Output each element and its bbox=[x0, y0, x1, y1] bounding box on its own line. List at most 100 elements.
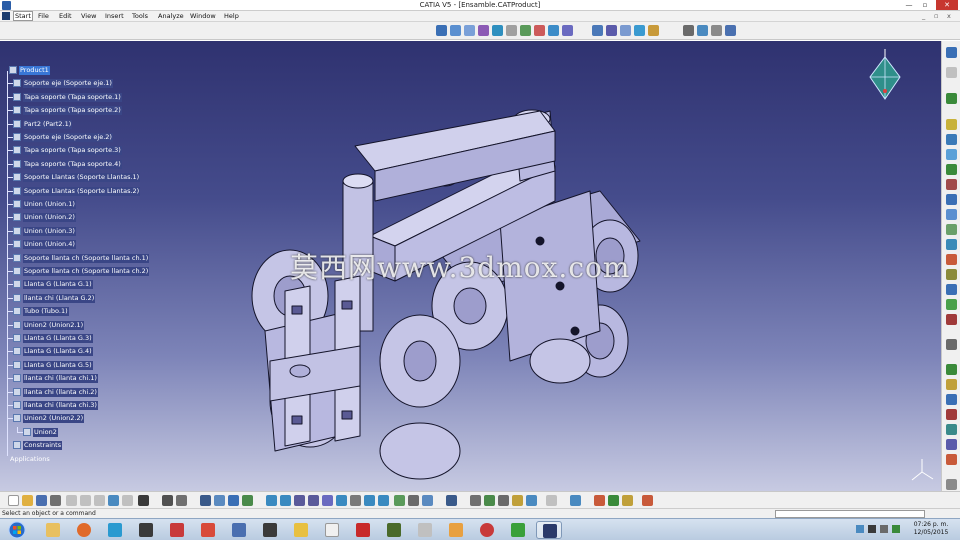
menu-help[interactable]: Help bbox=[224, 12, 239, 20]
zoom-out-icon[interactable] bbox=[280, 495, 291, 506]
transparency-icon[interactable] bbox=[608, 495, 619, 506]
3d-viewport[interactable]: Product1 Soporte eje (Soporte eje.1) Tapa … bbox=[0, 41, 941, 491]
taskbar-clock[interactable]: 07:26 p. m. 12/05/2015 bbox=[908, 521, 954, 537]
smart-move-icon[interactable] bbox=[946, 224, 957, 235]
product-structure-icon[interactable] bbox=[946, 47, 957, 58]
offset-icon[interactable] bbox=[478, 25, 489, 36]
angle-icon[interactable] bbox=[492, 25, 503, 36]
menu-window[interactable]: Window bbox=[190, 12, 216, 20]
apply-material-icon[interactable] bbox=[512, 495, 523, 506]
weld-icon[interactable] bbox=[946, 409, 957, 420]
taskbar-app16[interactable] bbox=[505, 521, 531, 539]
measure-item-icon[interactable] bbox=[946, 379, 957, 390]
document-menu-icon[interactable] bbox=[2, 12, 10, 20]
generate-numbering-icon[interactable] bbox=[946, 164, 957, 175]
menu-start[interactable]: Start bbox=[13, 11, 33, 21]
taskbar-media[interactable] bbox=[102, 521, 128, 539]
rotate-icon[interactable] bbox=[242, 495, 253, 506]
depth-effect-icon[interactable] bbox=[408, 495, 419, 506]
pan-icon[interactable] bbox=[228, 495, 239, 506]
menu-edit[interactable]: Edit bbox=[59, 12, 72, 20]
knowledge-icon[interactable] bbox=[498, 495, 509, 506]
compass-icon[interactable] bbox=[862, 49, 908, 109]
menu-insert[interactable]: Insert bbox=[105, 12, 124, 20]
minimize-button[interactable]: — bbox=[902, 0, 916, 10]
menu-tools[interactable]: Tools bbox=[132, 12, 148, 20]
menu-view[interactable]: View bbox=[81, 12, 96, 20]
open-icon[interactable] bbox=[22, 495, 33, 506]
contact-icon[interactable] bbox=[464, 25, 475, 36]
text-icon[interactable] bbox=[946, 424, 957, 435]
create-multi-view-icon[interactable] bbox=[446, 495, 457, 506]
explode-icon[interactable] bbox=[620, 25, 631, 36]
annotation-icon[interactable] bbox=[946, 339, 957, 350]
change-constraint-icon[interactable] bbox=[562, 25, 573, 36]
swap-visible-space-icon[interactable] bbox=[364, 495, 375, 506]
publication-icon[interactable] bbox=[946, 454, 957, 465]
taskbar-app12[interactable] bbox=[381, 521, 407, 539]
zoom-in-icon[interactable] bbox=[266, 495, 277, 506]
print-icon[interactable] bbox=[50, 495, 61, 506]
flag-note-icon[interactable] bbox=[946, 439, 957, 450]
update-icon[interactable] bbox=[648, 25, 659, 36]
scenes-icon[interactable] bbox=[946, 299, 957, 310]
tray-volume-icon[interactable] bbox=[880, 525, 888, 533]
clash-icon[interactable] bbox=[946, 254, 957, 265]
taskbar-explorer[interactable] bbox=[40, 521, 66, 539]
fix-icon[interactable] bbox=[506, 25, 517, 36]
new-icon[interactable] bbox=[8, 495, 19, 506]
doc-close-icon[interactable]: x bbox=[947, 12, 951, 20]
measure-inertia-icon[interactable] bbox=[946, 394, 957, 405]
new-component-icon[interactable] bbox=[697, 25, 708, 36]
manipulation-icon[interactable] bbox=[592, 25, 603, 36]
render-style-icon[interactable] bbox=[570, 495, 581, 506]
manage-representations-icon[interactable] bbox=[946, 194, 957, 205]
taskbar-firefox[interactable] bbox=[71, 521, 97, 539]
tray-flag-icon[interactable] bbox=[868, 525, 876, 533]
measure-icon[interactable] bbox=[470, 495, 481, 506]
taskbar-app8[interactable] bbox=[257, 521, 283, 539]
sectioning-icon[interactable] bbox=[946, 269, 957, 280]
multi-instantiation-icon[interactable] bbox=[946, 209, 957, 220]
whats-this-icon[interactable] bbox=[138, 495, 149, 506]
catalog-icon[interactable] bbox=[484, 495, 495, 506]
coincidence-icon[interactable] bbox=[450, 25, 461, 36]
replace-component-icon[interactable] bbox=[946, 134, 957, 145]
taskbar-app15[interactable] bbox=[474, 521, 500, 539]
normal-view-icon[interactable] bbox=[294, 495, 305, 506]
taskbar-app4[interactable] bbox=[133, 521, 159, 539]
taskbar-app9[interactable] bbox=[288, 521, 314, 539]
doc-minimize-icon[interactable]: _ bbox=[922, 12, 925, 20]
taskbar-app6[interactable] bbox=[195, 521, 221, 539]
isometric-view-icon[interactable] bbox=[322, 495, 333, 506]
taskbar-app5[interactable] bbox=[164, 521, 190, 539]
menu-file[interactable]: File bbox=[38, 12, 49, 20]
cut-icon[interactable] bbox=[66, 495, 77, 506]
measure-between-icon[interactable] bbox=[946, 364, 957, 375]
doc-restore-icon[interactable]: ▫ bbox=[934, 12, 938, 20]
graph-tree-icon[interactable] bbox=[946, 149, 957, 160]
tray-network-icon[interactable] bbox=[856, 525, 864, 533]
table-icon[interactable] bbox=[642, 495, 653, 506]
save-icon[interactable] bbox=[36, 495, 47, 506]
fix-together-icon[interactable] bbox=[520, 25, 531, 36]
shading-icon[interactable] bbox=[336, 495, 347, 506]
ground-icon[interactable] bbox=[422, 495, 433, 506]
line-thickness-icon[interactable] bbox=[622, 495, 633, 506]
stop-manipulate-on-clash-icon[interactable] bbox=[634, 25, 645, 36]
layer-icon[interactable] bbox=[546, 495, 557, 506]
paste-icon[interactable] bbox=[94, 495, 105, 506]
flexible-subassembly-icon[interactable] bbox=[548, 25, 559, 36]
sketcher-icon[interactable] bbox=[946, 67, 957, 78]
taskbar-app14[interactable] bbox=[443, 521, 469, 539]
redo-icon[interactable] bbox=[122, 495, 133, 506]
reuse-pattern-icon[interactable] bbox=[683, 25, 694, 36]
bill-of-material-icon[interactable] bbox=[946, 314, 957, 325]
command-input[interactable] bbox=[775, 510, 925, 518]
fit-all-icon[interactable] bbox=[214, 495, 225, 506]
maximize-button[interactable]: ▫ bbox=[918, 0, 932, 10]
taskbar-app13[interactable] bbox=[412, 521, 438, 539]
new-product-icon[interactable] bbox=[711, 25, 722, 36]
menu-analyze[interactable]: Analyze bbox=[158, 12, 184, 20]
close-button[interactable]: ✕ bbox=[936, 0, 958, 10]
